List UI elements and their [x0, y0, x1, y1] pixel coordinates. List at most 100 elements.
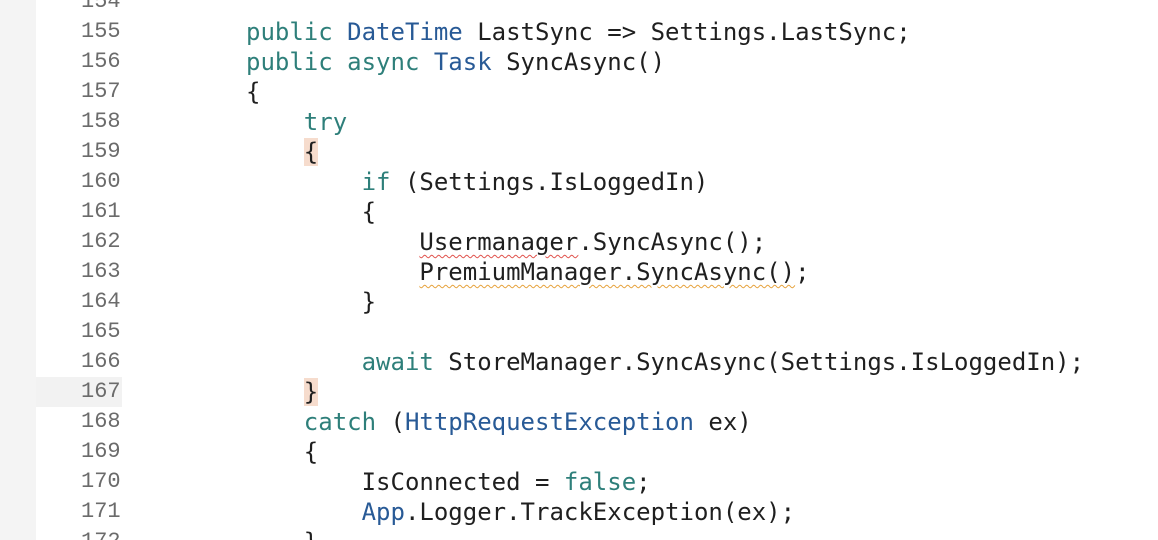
code-token: SyncAsync(): [491, 48, 666, 76]
code-lines[interactable]: 154 155 public DateTime LastSync => Settin…: [0, 0, 1158, 540]
code-line[interactable]: 155 public DateTime LastSync => Settings.…: [0, 17, 1158, 47]
code-token: Usermanager: [419, 228, 579, 256]
code-token: .Logger.TrackException(ex);: [404, 498, 796, 526]
code-line[interactable]: 171 App.Logger.TrackException(ex);: [0, 497, 1158, 527]
code-token: {: [303, 138, 319, 166]
code-token: HttpRequestException: [404, 408, 694, 436]
code-token: (: [376, 408, 405, 436]
code-text[interactable]: IsConnected = false;: [246, 467, 651, 497]
code-line[interactable]: 166 await StoreManager.SyncAsync(Setting…: [0, 347, 1158, 377]
line-number: 163: [36, 257, 122, 287]
code-text[interactable]: if (Settings.IsLoggedIn): [246, 167, 709, 197]
code-line[interactable]: 167 }: [0, 377, 1158, 407]
code-text[interactable]: {: [246, 137, 319, 167]
code-text[interactable]: public async Task SyncAsync(): [246, 47, 665, 77]
code-line[interactable]: 165: [0, 317, 1158, 347]
code-line[interactable]: 169 {: [0, 437, 1158, 467]
line-number-text: 155: [81, 19, 121, 44]
line-number-text: 154: [81, 0, 121, 14]
code-text[interactable]: }: [246, 377, 319, 407]
code-line[interactable]: 156 public async Task SyncAsync(): [0, 47, 1158, 77]
line-number-text: 161: [81, 199, 121, 224]
code-line[interactable]: 158 try: [0, 107, 1158, 137]
line-number-text: 172: [40, 527, 122, 540]
code-token: if: [361, 168, 391, 196]
code-token: false: [563, 468, 637, 496]
code-token: {: [361, 198, 377, 226]
line-number-text: 158: [81, 109, 121, 134]
code-line[interactable]: 168 catch (HttpRequestException ex): [0, 407, 1158, 437]
code-text[interactable]: App.Logger.TrackException(ex);: [246, 497, 796, 527]
line-number-text: 164: [81, 289, 121, 314]
code-token: }: [361, 288, 377, 316]
code-text[interactable]: PremiumManager.SyncAsync();: [246, 257, 809, 287]
code-line[interactable]: 172 }: [0, 527, 1158, 540]
code-line[interactable]: 163 PremiumManager.SyncAsync();: [0, 257, 1158, 287]
line-number: 170: [36, 467, 122, 497]
line-number-text: 166: [81, 349, 121, 374]
code-line[interactable]: 162 Usermanager.SyncAsync();: [0, 227, 1158, 257]
code-token: public: [246, 18, 333, 46]
code-text[interactable]: {: [246, 77, 260, 107]
line-number: 171: [36, 497, 122, 527]
line-number: 156: [36, 47, 122, 77]
code-line[interactable]: 159 {: [0, 137, 1158, 167]
line-number: 154: [36, 0, 122, 17]
code-token: DateTime: [347, 18, 463, 46]
line-number: 159: [36, 137, 122, 167]
code-token: async: [347, 48, 420, 76]
code-token: PremiumManager.SyncAsync(): [419, 258, 796, 286]
line-number-text: 169: [81, 439, 121, 464]
code-token: }: [304, 528, 318, 540]
code-editor[interactable]: 154 155 public DateTime LastSync => Settin…: [0, 0, 1158, 540]
code-line[interactable]: 164 }: [0, 287, 1158, 317]
code-token: App: [361, 498, 405, 526]
code-text[interactable]: Usermanager.SyncAsync();: [246, 227, 766, 257]
code-text[interactable]: catch (HttpRequestException ex): [246, 407, 752, 437]
line-number: 160: [36, 167, 122, 197]
code-text[interactable]: try: [246, 107, 347, 137]
line-number: 169: [36, 437, 122, 467]
code-line[interactable]: 154: [0, 0, 1158, 17]
line-number: 155: [36, 17, 122, 47]
code-token: try: [303, 108, 348, 136]
line-number-text: 165: [81, 319, 121, 344]
code-text[interactable]: {: [246, 197, 376, 227]
code-text[interactable]: public DateTime LastSync => Settings.Las…: [246, 17, 911, 47]
code-line[interactable]: 170 IsConnected = false;: [0, 467, 1158, 497]
code-line[interactable]: 161 {: [0, 197, 1158, 227]
line-number: 165: [36, 317, 122, 347]
code-token: public: [246, 48, 333, 76]
code-line[interactable]: 160 if (Settings.IsLoggedIn): [0, 167, 1158, 197]
code-token: ;: [636, 468, 651, 496]
line-number-text: 167: [81, 379, 121, 404]
line-number-text: 163: [81, 259, 121, 284]
line-number-text: 168: [81, 409, 121, 434]
line-number-text: 170: [81, 469, 121, 494]
code-text[interactable]: await StoreManager.SyncAsync(Settings.Is…: [246, 347, 1084, 377]
code-line[interactable]: 157 {: [0, 77, 1158, 107]
code-token: (Settings.IsLoggedIn): [390, 168, 709, 196]
code-token: .SyncAsync();: [578, 228, 767, 256]
line-number: 172: [36, 527, 122, 540]
line-number-text: 171: [81, 499, 121, 524]
code-text[interactable]: {: [246, 437, 318, 467]
code-token: await: [361, 348, 434, 376]
code-text[interactable]: }: [246, 527, 318, 540]
line-number: 168: [36, 407, 122, 437]
code-text[interactable]: }: [246, 287, 376, 317]
